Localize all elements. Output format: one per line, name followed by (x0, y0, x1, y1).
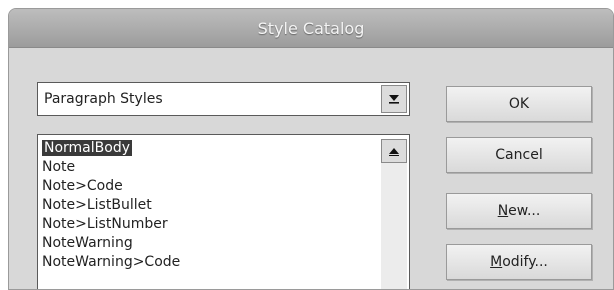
style-category-dropdown[interactable]: Paragraph Styles (37, 82, 410, 116)
list-item-label: NoteWarning>Code (42, 254, 181, 270)
list-item[interactable]: NoteWarning (42, 234, 372, 253)
new-button-label: New... (498, 203, 541, 219)
list-item-label: Note>ListNumber (42, 216, 168, 232)
modify-button[interactable]: Modify... (446, 244, 592, 280)
vertical-scrollbar-track[interactable] (381, 163, 407, 289)
dropdown-button[interactable] (381, 85, 407, 113)
chevron-down-icon (389, 95, 399, 104)
cancel-button[interactable]: Cancel (446, 137, 592, 173)
list-item[interactable]: Note>ListBullet (42, 196, 372, 215)
ok-button-label: OK (508, 96, 530, 112)
modify-button-label: Modify... (490, 254, 548, 270)
list-item-label: Note (42, 159, 76, 175)
new-rest: ew... (508, 203, 541, 219)
list-item[interactable]: NoteWarning>Code (42, 253, 372, 272)
dialog-title: Style Catalog (257, 18, 365, 38)
modify-mnemonic: M (490, 254, 503, 270)
list-item[interactable]: Note (42, 158, 372, 177)
scroll-up-arrow-icon (389, 148, 399, 156)
style-category-value: Paragraph Styles (44, 91, 163, 107)
style-catalog-dialog: Style Catalog Paragraph Styles NormalBod… (8, 8, 614, 290)
list-item[interactable]: Note>ListNumber (42, 215, 372, 234)
list-item[interactable]: Note>Code (42, 177, 372, 196)
list-item-label: Note>ListBullet (42, 197, 152, 213)
new-mnemonic: N (497, 203, 509, 219)
ok-button[interactable]: OK (446, 86, 592, 122)
modify-rest: odify... (502, 254, 548, 270)
cancel-button-label: Cancel (495, 147, 543, 163)
title-bar[interactable]: Style Catalog (9, 9, 613, 48)
list-item-label: Note>Code (42, 178, 123, 194)
style-list-items: NormalBody Note Note>Code Note>ListBullet No… (42, 139, 372, 272)
list-item[interactable]: NormalBody (42, 139, 372, 158)
scroll-up-button[interactable] (381, 139, 407, 163)
style-list[interactable]: NormalBody Note Note>Code Note>ListBullet No… (37, 134, 410, 289)
list-item-label: NoteWarning (42, 235, 133, 251)
list-item-label: NormalBody (42, 140, 132, 156)
new-button[interactable]: New... (446, 193, 592, 229)
